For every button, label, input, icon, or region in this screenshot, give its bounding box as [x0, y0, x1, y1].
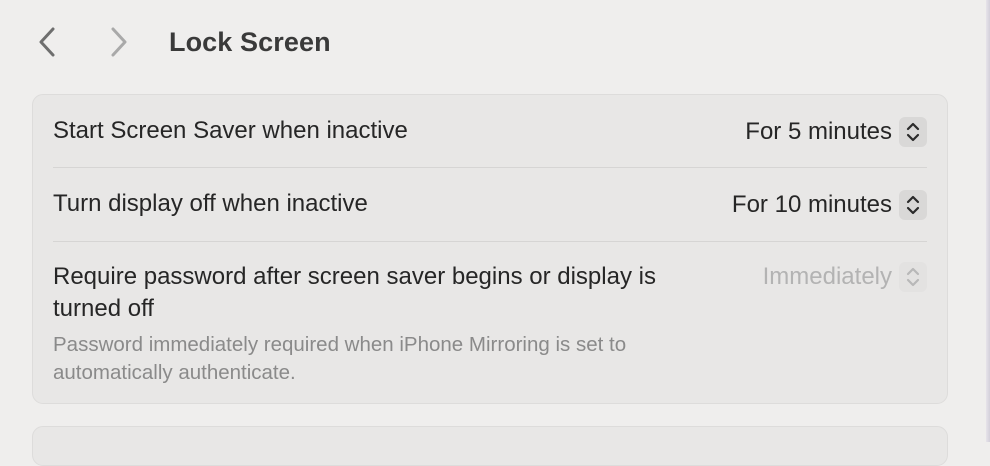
lock-screen-settings-group: Start Screen Saver when inactive For 5 m…: [32, 94, 948, 404]
display-off-label: Turn display off when inactive: [53, 190, 368, 217]
screen-saver-row: Start Screen Saver when inactive For 5 m…: [53, 95, 927, 167]
toolbar: Lock Screen: [0, 0, 990, 84]
page-title: Lock Screen: [169, 27, 331, 57]
require-password-label: Require password after screen saver begi…: [53, 263, 656, 322]
forward-button[interactable]: [101, 24, 137, 60]
chevron-right-icon: [111, 27, 127, 57]
screen-saver-label: Start Screen Saver when inactive: [53, 117, 408, 144]
require-password-value: Immediately: [762, 263, 892, 290]
display-off-row: Turn display off when inactive For 10 mi…: [53, 168, 927, 241]
chevron-left-icon: [39, 27, 55, 57]
up-down-chevron-icon: [899, 262, 927, 292]
next-settings-group: [32, 426, 948, 466]
display-off-popup[interactable]: For 10 minutes: [732, 189, 927, 221]
display-off-value: For 10 minutes: [731, 191, 892, 218]
up-down-chevron-icon: [899, 190, 927, 220]
require-password-description: Password immediately required when iPhon…: [53, 333, 627, 384]
require-password-popup[interactable]: Immediately: [763, 261, 927, 293]
screen-saver-popup[interactable]: For 5 minutes: [745, 116, 927, 148]
up-down-chevron-icon: [899, 117, 927, 147]
require-password-row: Require password after screen saver begi…: [53, 242, 927, 404]
back-button[interactable]: [29, 24, 65, 60]
screen-saver-value: For 5 minutes: [745, 118, 892, 145]
